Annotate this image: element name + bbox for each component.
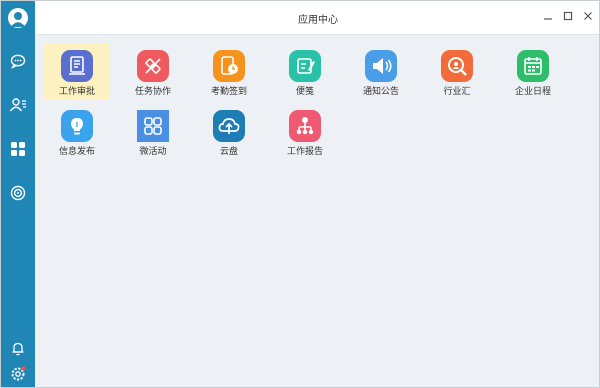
close-icon[interactable] xyxy=(581,9,595,23)
app-tile-announcement[interactable]: 通知公告 xyxy=(348,43,414,99)
avatar[interactable] xyxy=(8,8,28,28)
app-tile-activity[interactable]: 微活动 xyxy=(120,103,186,159)
app-tile-publish[interactable]: 信息发布 xyxy=(44,103,110,159)
app-tile-calendar[interactable]: 企业日程 xyxy=(500,43,566,99)
settings-icon[interactable] xyxy=(8,364,28,384)
app-label: 便笺 xyxy=(295,86,314,96)
app-tile-attendance[interactable]: 考勤签到 xyxy=(196,43,262,99)
app-label: 通知公告 xyxy=(362,86,399,96)
title-bar: 应用中心 xyxy=(35,1,599,35)
sidebar xyxy=(1,1,35,387)
app-label: 任务协作 xyxy=(134,86,171,96)
app-label: 工作审批 xyxy=(58,86,95,96)
app-label: 考勤签到 xyxy=(210,86,247,96)
apps-icon[interactable] xyxy=(8,139,28,159)
app-tile-industry[interactable]: 行业汇 xyxy=(424,43,490,99)
attendance-icon xyxy=(213,50,245,82)
window-title: 应用中心 xyxy=(298,15,338,26)
app-label: 行业汇 xyxy=(443,86,471,96)
app-label: 工作报告 xyxy=(286,146,323,156)
calendar-icon xyxy=(517,50,549,82)
report-icon xyxy=(289,110,321,142)
app-label: 信息发布 xyxy=(58,146,95,156)
app-tile-task[interactable]: 任务协作 xyxy=(120,43,186,99)
bell-icon[interactable] xyxy=(8,338,28,358)
publish-icon xyxy=(61,110,93,142)
notification-dot xyxy=(21,366,26,371)
app-tile-approval[interactable]: 工作审批 xyxy=(44,43,110,99)
chat-icon[interactable] xyxy=(8,51,28,71)
app-tile-cloud[interactable]: 云盘 xyxy=(196,103,262,159)
minimize-icon[interactable] xyxy=(541,9,555,23)
maximize-icon[interactable] xyxy=(561,9,575,23)
app-grid: 工作审批 任务协作 考勤签到 便笺 通知公告 行业汇 企业日程 信息发布 微活动… xyxy=(35,35,599,387)
industry-icon xyxy=(441,50,473,82)
app-label: 企业日程 xyxy=(514,86,551,96)
app-center-window: 应用中心 工作审批 任务协作 考勤签到 便笺 通知公告 行业汇 企业日程 信息发… xyxy=(0,0,600,388)
contacts-icon[interactable] xyxy=(8,95,28,115)
note-icon xyxy=(289,50,321,82)
cloud-icon xyxy=(213,110,245,142)
app-label: 云盘 xyxy=(219,146,238,156)
discover-icon[interactable] xyxy=(8,183,28,203)
app-label: 微活动 xyxy=(139,146,167,156)
announcement-icon xyxy=(365,50,397,82)
approval-icon xyxy=(61,50,93,82)
app-tile-note[interactable]: 便笺 xyxy=(272,43,338,99)
task-icon xyxy=(137,50,169,82)
app-tile-report[interactable]: 工作报告 xyxy=(272,103,338,159)
activity-icon xyxy=(137,110,169,142)
